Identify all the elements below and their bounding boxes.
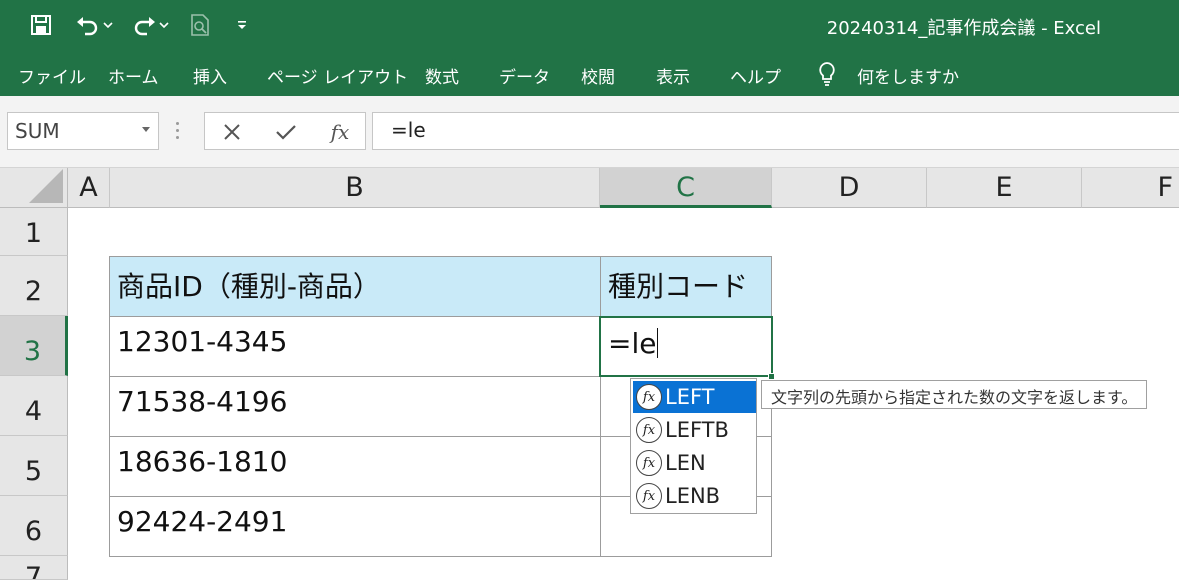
- fill-handle[interactable]: [768, 373, 775, 380]
- name-box[interactable]: SUM: [7, 112, 159, 150]
- print-preview-icon: [191, 14, 209, 36]
- row-header-5[interactable]: 5: [0, 436, 68, 496]
- tab-data[interactable]: データ: [499, 63, 550, 88]
- autocomplete-item-label: LEFT: [665, 385, 715, 409]
- autocomplete-item-len[interactable]: fx LEN: [633, 447, 756, 479]
- worksheet-grid[interactable]: A B C D E F 1 2 3 4 5 6 7 商品ID（種別-商品） 種別…: [0, 168, 1179, 580]
- chevron-down-icon[interactable]: [142, 127, 150, 132]
- save-button[interactable]: [26, 10, 56, 40]
- column-header-a[interactable]: A: [68, 168, 110, 208]
- customize-toolbar-icon: [238, 21, 246, 29]
- row-header-6[interactable]: 6: [0, 496, 68, 556]
- insert-function-button[interactable]: fx: [325, 118, 355, 146]
- chevron-down-icon: [103, 22, 113, 29]
- tab-help[interactable]: ヘルプ: [730, 63, 781, 88]
- chevron-down-icon: [159, 22, 169, 29]
- tab-review[interactable]: 校閲: [581, 63, 615, 88]
- column-header-c[interactable]: C: [600, 168, 772, 208]
- column-header-d[interactable]: D: [772, 168, 927, 208]
- column-header-f[interactable]: F: [1082, 168, 1179, 208]
- select-all-button[interactable]: [0, 168, 68, 208]
- formula-bar: SUM fx =le: [0, 96, 1179, 168]
- tab-formulas[interactable]: 数式: [425, 63, 459, 88]
- tab-view[interactable]: 表示: [656, 63, 690, 88]
- table-cell-product-id[interactable]: 71538-4196: [109, 376, 601, 437]
- table-cell-product-id[interactable]: 12301-4345: [109, 316, 601, 377]
- table-header-product-id[interactable]: 商品ID（種別-商品）: [109, 256, 601, 317]
- table-cell-product-id[interactable]: 18636-1810: [109, 436, 601, 497]
- autocomplete-item-lenb[interactable]: fx LENB: [633, 480, 756, 512]
- table-header-type-code[interactable]: 種別コード: [600, 256, 772, 317]
- enter-button[interactable]: [271, 118, 301, 146]
- check-icon: [276, 125, 296, 140]
- active-cell-text: =le: [608, 327, 659, 360]
- lightbulb-icon[interactable]: [816, 60, 838, 88]
- print-preview-button[interactable]: [184, 10, 216, 40]
- text-caret: [657, 328, 659, 358]
- formula-input[interactable]: =le: [372, 112, 1179, 150]
- redo-button[interactable]: [126, 10, 174, 40]
- drag-handle-icon[interactable]: [176, 122, 180, 140]
- row-header-1[interactable]: 1: [0, 208, 68, 256]
- tab-page-layout[interactable]: ページ レイアウト: [267, 63, 408, 88]
- customize-toolbar-button[interactable]: [232, 10, 252, 40]
- autocomplete-item-label: LEFTB: [665, 418, 729, 442]
- row-header-7[interactable]: 7: [0, 556, 68, 580]
- tab-home[interactable]: ホーム: [108, 63, 159, 88]
- tab-file[interactable]: ファイル: [18, 63, 86, 88]
- function-description-tooltip: 文字列の先頭から指定された数の文字を返します。: [761, 380, 1147, 409]
- fx-icon: fx: [330, 120, 350, 144]
- undo-icon: [77, 17, 98, 36]
- row-header-2[interactable]: 2: [0, 256, 68, 316]
- function-icon: fx: [636, 384, 662, 410]
- window-title: 20240314_記事作成会議 - Excel: [826, 18, 1101, 39]
- autocomplete-item-label: LEN: [665, 451, 706, 475]
- tab-insert[interactable]: 挿入: [193, 63, 227, 88]
- autocomplete-item-label: LENB: [665, 484, 721, 508]
- redo-icon: [134, 17, 155, 36]
- cancel-button[interactable]: [217, 118, 247, 146]
- autocomplete-item-leftb[interactable]: fx LEFTB: [633, 414, 756, 446]
- function-autocomplete-list: fx LEFT fx LEFTB fx LEN fx LENB: [630, 378, 757, 514]
- active-cell-c3[interactable]: =le: [599, 316, 773, 377]
- close-icon: [224, 124, 240, 140]
- undo-button[interactable]: [70, 10, 118, 40]
- save-icon: [31, 15, 51, 35]
- function-icon: fx: [636, 483, 662, 509]
- autocomplete-item-left[interactable]: fx LEFT: [633, 381, 756, 413]
- tell-me-search[interactable]: 何をしますか: [857, 63, 959, 88]
- formula-buttons: fx: [204, 112, 366, 150]
- column-header-b[interactable]: B: [110, 168, 600, 208]
- ribbon-tabs: ファイル ホーム 挿入 ページ レイアウト 数式 データ 校閲 表示 ヘルプ 何…: [0, 52, 1179, 96]
- column-header-e[interactable]: E: [927, 168, 1082, 208]
- name-box-value: SUM: [15, 119, 60, 143]
- row-header-3[interactable]: 3: [0, 316, 68, 376]
- function-icon: fx: [636, 417, 662, 443]
- table-cell-product-id[interactable]: 92424-2491: [109, 496, 601, 557]
- row-header-4[interactable]: 4: [0, 376, 68, 436]
- title-bar: 20240314_記事作成会議 - Excel: [0, 0, 1179, 52]
- function-icon: fx: [636, 450, 662, 476]
